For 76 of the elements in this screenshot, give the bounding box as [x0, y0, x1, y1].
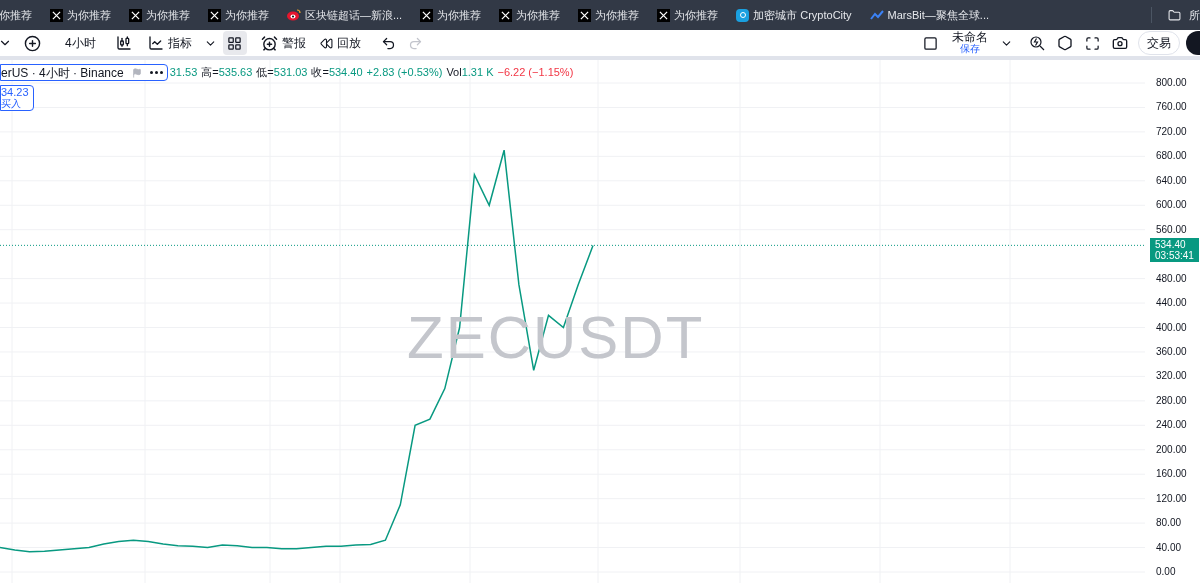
bookmark-folder[interactable]: 所: [1189, 6, 1200, 24]
layout-button[interactable]: [222, 31, 247, 55]
cube-logo-icon: [736, 8, 750, 22]
high-value: 535.63: [218, 65, 253, 81]
bookmark[interactable]: 为你推荐: [50, 6, 111, 24]
x-logo-icon: [499, 8, 513, 22]
price-label: 280.00: [1156, 394, 1187, 407]
folder-icon: [1168, 8, 1181, 22]
buy-order-tag[interactable]: 34.23 买入: [0, 85, 34, 111]
low-value: 531.03: [273, 65, 308, 81]
lightning-magnifier-icon[interactable]: [1029, 35, 1045, 51]
open-value: 31.53: [169, 65, 198, 81]
price-label: 800.00: [1156, 77, 1187, 89]
price-label: 80.00: [1156, 517, 1182, 530]
x-logo-icon: [420, 8, 434, 22]
more-icon[interactable]: [149, 71, 163, 74]
symbol-legend[interactable]: erUS · 4小时 · Binance: [0, 64, 168, 81]
chart-icon: [147, 35, 164, 51]
price-label: 640.00: [1156, 174, 1187, 187]
replay-button[interactable]: 回放: [319, 34, 361, 52]
price-label: 560.00: [1156, 223, 1187, 236]
price-label: 40.00: [1156, 541, 1182, 554]
price-label: 200.00: [1156, 443, 1187, 456]
rewind-icon: [319, 36, 333, 50]
x-logo-icon: [50, 8, 63, 22]
interval-button[interactable]: 4小时: [61, 34, 100, 52]
price-label: 160.00: [1156, 468, 1187, 481]
price-label: 480.00: [1156, 272, 1187, 285]
change-value: +2.83 (+0.53%): [366, 65, 443, 81]
indicators-button[interactable]: 指标: [147, 34, 192, 52]
bookmark[interactable]: 区块链超话—新浪...: [287, 6, 403, 24]
grid-icon: [227, 35, 243, 51]
price-label: 680.00: [1156, 150, 1187, 163]
price-label: 320.00: [1156, 370, 1187, 383]
bookmark[interactable]: 为你推荐: [657, 6, 719, 24]
bookmark[interactable]: 为你推荐: [499, 6, 561, 24]
candles-icon[interactable]: [115, 35, 132, 51]
volume-label: Vol: [446, 65, 462, 81]
price-label: 720.00: [1156, 125, 1187, 138]
high-label: 高=: [201, 65, 219, 81]
bookmark[interactable]: 为你推荐: [129, 6, 190, 24]
x-logo-icon: [578, 8, 592, 22]
low-label: 低=: [256, 65, 274, 81]
settings-icon[interactable]: [1057, 35, 1073, 51]
bookmark[interactable]: 加密城市 CryptoCity: [736, 6, 852, 24]
close-label: 收=: [311, 65, 329, 81]
fullscreen-icon[interactable]: [1085, 35, 1100, 51]
eye-logo-icon: [287, 9, 301, 21]
avatar[interactable]: [1186, 31, 1200, 55]
x-logo-icon: [657, 8, 671, 22]
price-label: 240.00: [1156, 419, 1187, 432]
bookmark[interactable]: 为你推荐: [578, 6, 640, 24]
close-value: 534.40: [328, 65, 363, 81]
alarm-clock-icon: [260, 34, 278, 52]
square-icon[interactable]: [923, 35, 938, 51]
x-logo-icon: [208, 8, 221, 22]
price-label: 440.00: [1156, 297, 1187, 310]
zigzag-logo-icon: [869, 9, 884, 21]
price-label: 360.00: [1156, 345, 1187, 358]
bookmark[interactable]: MarsBit—聚焦全球...: [869, 6, 990, 24]
camera-icon[interactable]: [1112, 35, 1128, 51]
bookmark[interactable]: 为你推荐: [208, 6, 269, 24]
volume-change: −6.22 (−1.15%): [497, 65, 574, 81]
last-price-tag: 534.40 03:53:41: [1150, 238, 1199, 263]
price-label: 760.00: [1156, 101, 1187, 114]
bookmark[interactable]: 为你推荐: [420, 6, 482, 24]
x-logo-icon: [129, 8, 142, 22]
alert-button[interactable]: 警报: [260, 34, 306, 52]
price-label: 400.00: [1156, 321, 1187, 334]
layout-name-button[interactable]: 未命名 保存: [952, 32, 988, 54]
price-label: 120.00: [1156, 492, 1187, 505]
plus-icon[interactable]: [24, 34, 41, 52]
price-label: 0.00: [1156, 566, 1176, 578]
undo-icon[interactable]: [380, 35, 396, 51]
price-label: 600.00: [1156, 199, 1187, 212]
volume-value: 1.31 K: [461, 65, 494, 81]
